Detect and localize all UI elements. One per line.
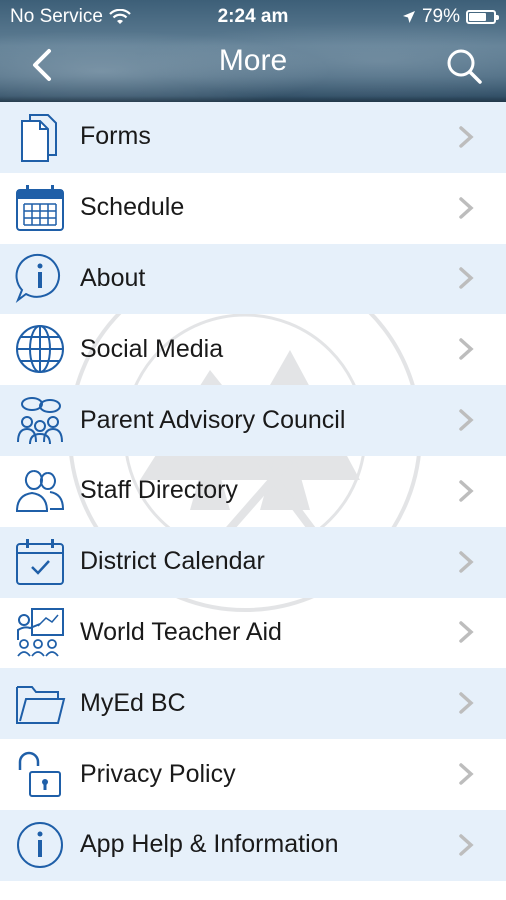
menu-item-staff-directory[interactable]: Staff Directory [0, 456, 506, 527]
unlocked-padlock-icon [14, 748, 66, 800]
chevron-right-icon [459, 550, 474, 573]
people-icon [14, 465, 66, 517]
chevron-right-icon [459, 409, 474, 431]
menu-item-schedule[interactable]: Schedule [0, 173, 506, 244]
calendar-grid-icon [14, 182, 66, 234]
menu-item-label: Parent Advisory Council [80, 405, 346, 434]
menu-item-label: About [80, 263, 146, 292]
menu-item-label: Social Media [80, 334, 224, 363]
calendar-check-icon-svg [16, 538, 64, 585]
menu-item-forms[interactable]: Forms [0, 102, 506, 173]
menu-item-myed-bc[interactable]: MyEd BC [0, 668, 506, 740]
menu-item-label: Privacy Policy [80, 759, 236, 788]
info-circle-icon-svg [17, 821, 63, 868]
battery-percent: 79% [421, 6, 460, 27]
menu-item-world-teacher-aid[interactable]: World Teacher Aid [0, 598, 506, 669]
info-bubble-icon-svg [15, 254, 60, 304]
globe-icon-svg [16, 325, 64, 374]
menu-item-label: World Teacher Aid [80, 617, 282, 646]
menu-item-label: District Calendar [80, 547, 265, 576]
globe-icon [14, 323, 66, 375]
chevron-right-icon [459, 267, 474, 290]
battery-icon [466, 10, 499, 24]
info-bubble-icon [14, 252, 66, 304]
group-chat-icon-svg [17, 397, 63, 445]
unlocked-padlock-icon-svg [18, 751, 61, 798]
menu-item-app-help[interactable]: App Help & Information [0, 809, 506, 881]
menu-item-label: App Help & Information [80, 830, 339, 859]
menu-item-label: Staff Directory [80, 476, 238, 505]
page-title: More [218, 44, 288, 77]
menu-item-privacy-policy[interactable]: Privacy Policy [0, 739, 506, 810]
people-icon-svg [15, 469, 65, 512]
search-icon [447, 49, 482, 84]
calendar-grid-icon-svg [16, 184, 64, 231]
status-bar: No Service 2:24 am 79% [0, 0, 506, 34]
teacher-board-icon [14, 606, 66, 658]
menu-item-label: MyEd BC [80, 688, 186, 717]
chevron-right-icon [459, 621, 474, 644]
chevron-right-icon [459, 338, 474, 361]
location-arrow-icon [402, 11, 415, 23]
info-circle-icon [14, 819, 66, 871]
document-icon-svg [21, 113, 57, 162]
menu-item-parent-advisory-council[interactable]: Parent Advisory Council [0, 385, 506, 456]
menu-item-district-calendar[interactable]: District Calendar [0, 526, 506, 598]
chevron-right-icon [459, 480, 474, 502]
folder-icon [14, 677, 66, 729]
chevron-right-icon [459, 763, 474, 785]
search-button[interactable] [444, 46, 484, 86]
menu-item-label: Schedule [80, 193, 185, 222]
chevron-right-icon [459, 196, 474, 219]
menu-item-social-media[interactable]: Social Media [0, 314, 506, 385]
chevron-right-icon [459, 692, 474, 715]
status-right: 79% [402, 6, 499, 28]
document-icon [14, 111, 66, 163]
battery-level [469, 13, 487, 21]
header-banner: No Service 2:24 am 79% More [0, 0, 506, 102]
teacher-board-icon-svg [17, 608, 64, 658]
chevron-right-icon [459, 834, 474, 856]
more-menu-list: Forms Schedule About Social Media Parent… [0, 102, 506, 881]
folder-icon-svg [16, 686, 66, 725]
menu-item-about[interactable]: About [0, 243, 506, 315]
menu-item-label: Forms [80, 122, 151, 151]
chevron-right-icon [459, 126, 474, 148]
calendar-check-icon [14, 536, 66, 588]
group-chat-icon [14, 394, 66, 446]
